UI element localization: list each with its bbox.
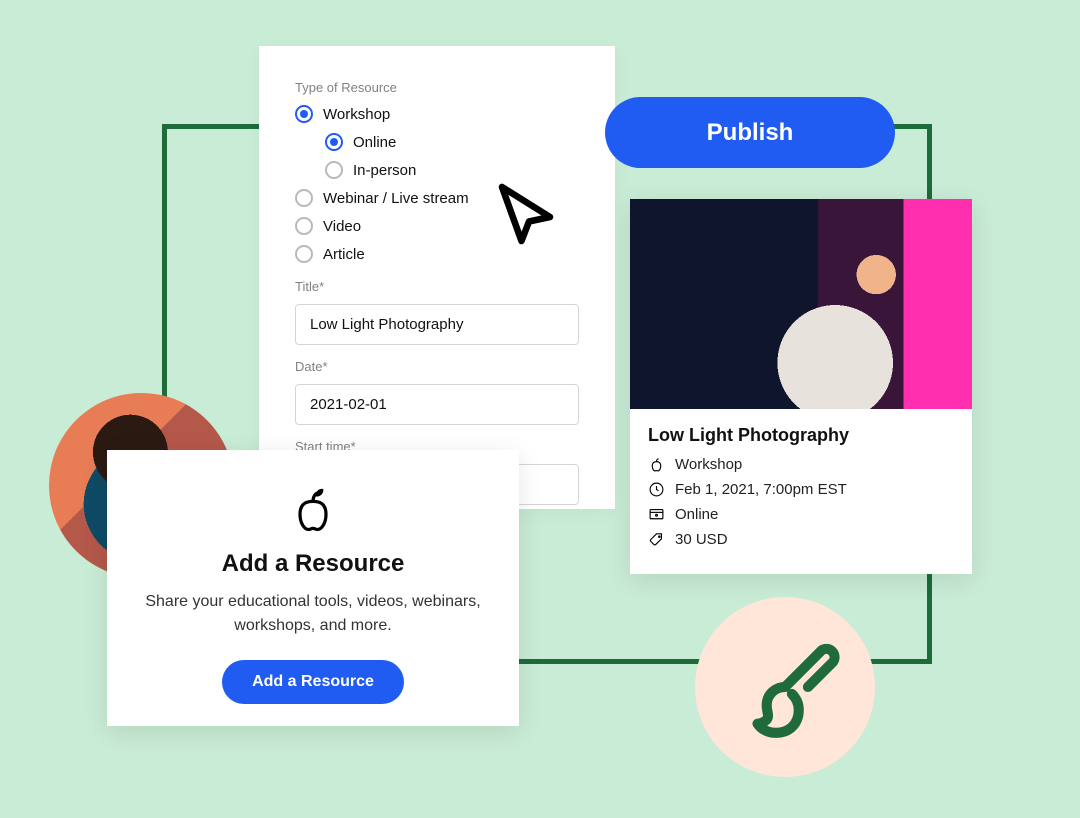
preview-type-row: Workshop bbox=[648, 456, 954, 473]
preview-datetime: Feb 1, 2021, 7:00pm EST bbox=[675, 481, 847, 498]
preview-price-row: 30 USD bbox=[648, 531, 954, 548]
radio-label: Article bbox=[323, 246, 365, 263]
radio-icon bbox=[295, 189, 313, 207]
preview-datetime-row: Feb 1, 2021, 7:00pm EST bbox=[648, 481, 954, 498]
publish-button-label: Publish bbox=[707, 119, 794, 147]
type-of-resource-label: Type of Resource bbox=[295, 80, 579, 95]
brush-badge bbox=[695, 597, 875, 777]
radio-label: Webinar / Live stream bbox=[323, 190, 469, 207]
radio-label: Video bbox=[323, 218, 361, 235]
radio-label: Workshop bbox=[323, 106, 390, 123]
preview-price: 30 USD bbox=[675, 531, 728, 548]
radio-icon bbox=[325, 161, 343, 179]
preview-location-row: Online bbox=[648, 506, 954, 523]
radio-icon bbox=[295, 105, 313, 123]
radio-label: In-person bbox=[353, 162, 416, 179]
publish-button[interactable]: Publish bbox=[605, 97, 895, 168]
add-resource-button-label: Add a Resource bbox=[252, 673, 374, 690]
preview-title: Low Light Photography bbox=[648, 425, 954, 446]
apple-icon bbox=[135, 484, 491, 536]
preview-body: Low Light Photography Workshop Feb 1, 20… bbox=[630, 409, 972, 574]
monitor-icon bbox=[648, 506, 665, 523]
resource-form-card: Type of Resource Workshop Online In-pers… bbox=[259, 46, 615, 509]
radio-icon bbox=[295, 217, 313, 235]
add-resource-button[interactable]: Add a Resource bbox=[222, 660, 404, 704]
preview-image bbox=[630, 199, 972, 409]
apple-icon bbox=[648, 456, 665, 473]
preview-location: Online bbox=[675, 506, 718, 523]
add-resource-description: Share your educational tools, videos, we… bbox=[135, 590, 491, 638]
title-field-label: Title* bbox=[295, 279, 579, 294]
title-input[interactable] bbox=[295, 304, 579, 345]
add-resource-title: Add a Resource bbox=[135, 550, 491, 578]
preview-type: Workshop bbox=[675, 456, 742, 473]
cursor-icon bbox=[490, 178, 562, 250]
date-field-label: Date* bbox=[295, 359, 579, 374]
date-input[interactable] bbox=[295, 384, 579, 425]
radio-icon bbox=[325, 133, 343, 151]
resource-preview-card[interactable]: Low Light Photography Workshop Feb 1, 20… bbox=[630, 199, 972, 574]
paintbrush-icon bbox=[730, 632, 840, 742]
tag-icon bbox=[648, 531, 665, 548]
radio-label: Online bbox=[353, 134, 396, 151]
add-resource-card: Add a Resource Share your educational to… bbox=[107, 450, 519, 726]
radio-workshop[interactable]: Workshop bbox=[295, 105, 579, 123]
clock-icon bbox=[648, 481, 665, 498]
radio-in-person[interactable]: In-person bbox=[325, 161, 579, 179]
radio-icon bbox=[295, 245, 313, 263]
radio-online[interactable]: Online bbox=[325, 133, 579, 151]
